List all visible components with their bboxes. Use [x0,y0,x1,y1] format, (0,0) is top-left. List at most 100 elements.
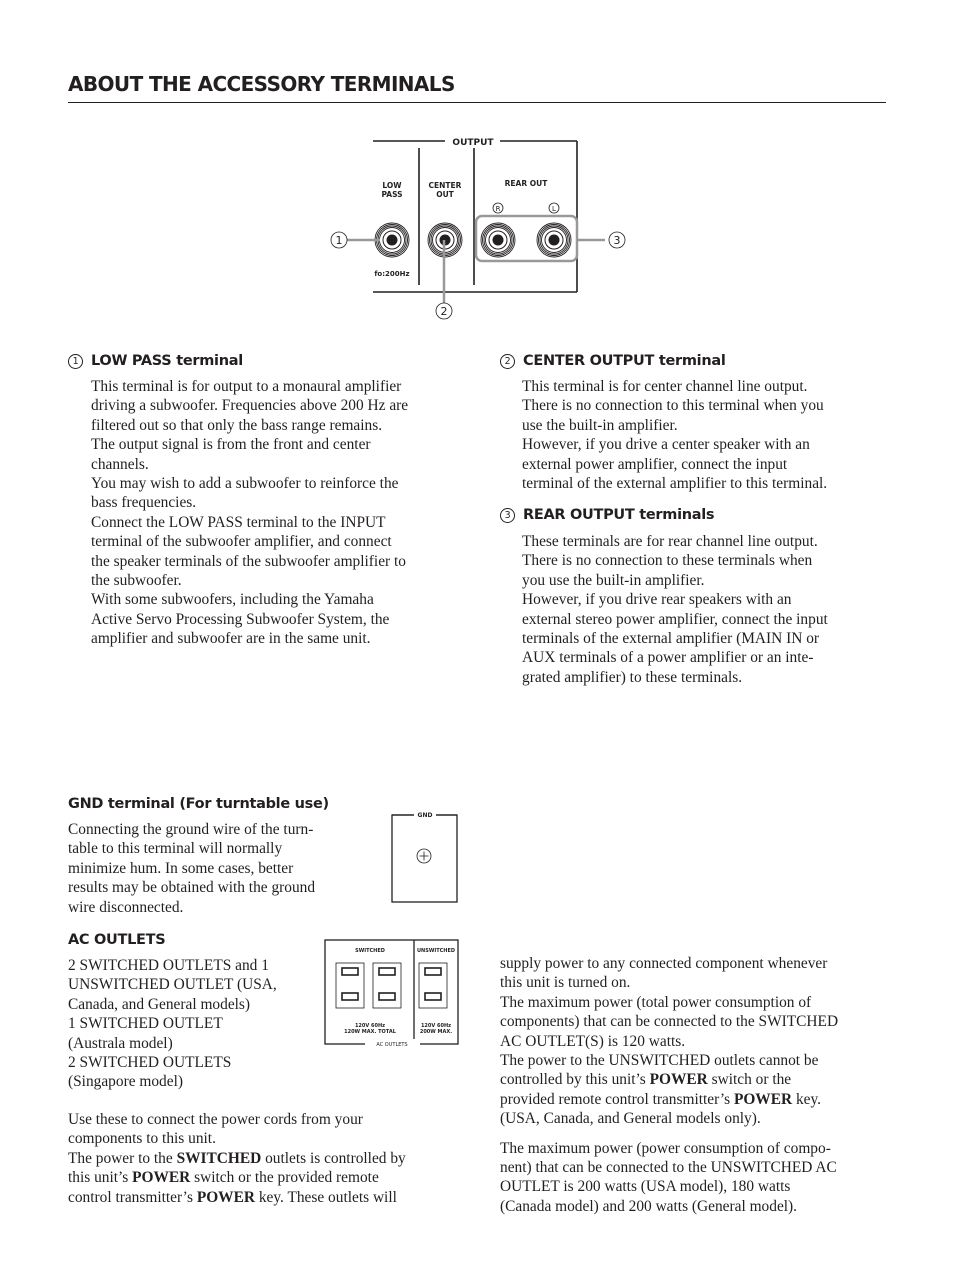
low-pass-label-1: LOW [382,181,402,190]
text-line: Active Servo Processing Subwoofer System… [91,610,390,628]
text-run: key. These outlets will [254,1188,397,1206]
rear-output-heading: 3 REAR OUTPUT terminals [500,507,715,523]
text-line: nent) that can be connected to the UNSWI… [500,1159,837,1177]
section-number-badge: 2 [500,354,515,369]
text-line: The output signal is from the front and … [91,436,371,454]
text-line: With some subwoofers, including the Yama… [91,591,374,609]
text-run-bold: POWER [733,1090,793,1108]
text-line: 1 SWITCHED OUTLET [68,1015,223,1033]
output-terminals-diagram: OUTPUT LOW PASS CENTER OUT REAR OUT R L … [320,130,640,330]
text-run: this unit’s [68,1169,133,1187]
center-output-heading-text: CENTER OUTPUT terminal [523,353,726,369]
outlet-slot [424,967,442,976]
text-run-bold: POWER [132,1169,191,1187]
output-label: OUTPUT [452,138,494,148]
text-line: components) that can be connected to the… [500,1013,839,1031]
outlet-slot [378,967,396,976]
section-number-badge: 1 [68,354,83,369]
text-run: key. [792,1090,822,1108]
center-output-description: This terminal is for center channel line… [522,377,892,493]
center-label-2: OUT [436,190,454,199]
low-pass-heading: 1 LOW PASS terminal [68,353,243,369]
text-line: this unit’s POWER switch or the provided… [68,1168,468,1187]
jack-hole [492,234,504,246]
center-output-heading: 2 CENTER OUTPUT terminal [500,353,726,369]
low-pass-label-2: PASS [381,190,402,199]
text-line: terminal of the external amplifier to th… [522,475,828,493]
text-line: The power to the SWITCHED outlets is con… [68,1149,468,1168]
text-line: controlled by this unit’s POWER switch o… [500,1070,900,1089]
text-line: However, if you drive a center speaker w… [522,436,810,454]
outlet-slot [424,992,442,1001]
text-line: Use these to connect the power cords fro… [68,1111,363,1128]
text-line: you use the built-in amplifier. [522,571,705,589]
text-line: There is no connection to this terminal … [522,397,824,415]
text-line: This terminal is for output to a monaura… [91,378,402,395]
text-run: switch or the [707,1071,792,1089]
text-run: provided remote control transmitter’s [500,1090,734,1108]
text-line: wire disconnected. [68,898,184,916]
text-line: AC OUTLET(S) is 120 watts. [500,1032,686,1050]
text-line: (Australa model) [68,1034,173,1052]
text-line: There is no connection to these terminal… [522,552,813,570]
text-line: minimize hum. In some cases, better [68,859,294,877]
text-line: control transmitter’s POWER key. These o… [68,1188,468,1207]
text-line: However, if you drive rear speakers with… [522,591,792,609]
left-marker-label: L [552,205,556,213]
section-number-badge: 3 [500,508,515,523]
text-line: terminals of the external amplifier (MAI… [522,630,820,648]
ac-outlets-models: 2 SWITCHED OUTLETS and 1 UNSWITCHED OUTLE… [68,956,318,1092]
title-divider [68,102,886,103]
text-run: outlets is controlled by [261,1149,406,1167]
gnd-terminal-panel: GND [385,805,465,910]
text-line: terminal of the subwoofer amplifier, and… [91,533,392,551]
text-line: 2 SWITCHED OUTLETS and 1 [68,957,269,974]
center-label-1: CENTER [429,181,462,190]
low-pass-jack [374,222,410,258]
jack-hole [548,234,560,246]
text-line: UNSWITCHED OUTLET (USA, [68,976,277,994]
jack-hole [386,234,398,246]
text-line: use the built-in amplifier. [522,416,678,434]
text-line: Canada, and General models) [68,995,251,1013]
gnd-description: Connecting the ground wire of the turn-t… [68,820,368,917]
switched-outlet-1 [335,962,365,1009]
callout-1-number: 1 [336,234,343,247]
text-line: (Singapore model) [68,1073,183,1091]
page-title: ABOUT THE ACCESSORY TERMINALS [68,72,455,96]
ac-outlets-heading: AC OUTLETS [68,932,166,948]
text-run-bold: SWITCHED [176,1149,262,1167]
text-run-bold: POWER [196,1188,255,1206]
text-run: The power to the [68,1149,177,1167]
text-line: The power to the UNSWITCHED outlets cann… [500,1052,819,1070]
outlet-slot [378,992,396,1001]
text-line: channels. [91,455,149,473]
text-line: 2 SWITCHED OUTLETS [68,1054,232,1072]
text-line: AUX terminals of a power amplifier or an… [522,649,814,667]
ac-usage-description: Use these to connect the power cords fro… [68,1110,468,1207]
text-run: control transmitter’s [68,1188,197,1206]
text-line: This terminal is for center channel line… [522,378,808,395]
switched-label: SWITCHED [355,948,385,954]
text-line: The maximum power (total power consumpti… [500,993,812,1011]
callout-2-number: 2 [441,305,448,318]
text-line: OUTLET is 200 watts (USA model), 180 wat… [500,1178,791,1196]
text-line: filtered out so that only the bass range… [91,416,383,434]
unswitched-rating-2: 200W MAX. [420,1029,452,1035]
text-line: table to this terminal will normally [68,840,283,858]
text-line: provided remote control transmitter’s PO… [500,1090,900,1109]
rear-output-heading-text: REAR OUTPUT terminals [523,507,715,523]
switched-rating-2: 120W MAX. TOTAL [344,1029,397,1035]
callout-3-number: 3 [614,234,621,247]
text-line: supply power to any connected component … [500,955,828,972]
text-line: These terminals are for rear channel lin… [522,533,818,550]
text-run: switch or the provided remote [190,1169,379,1187]
ac-outlets-panel-label: AC OUTLETS [376,1042,407,1048]
rear-right-jack [480,222,516,258]
text-line: the speaker terminals of the subwoofer a… [91,552,406,570]
low-pass-heading-text: LOW PASS terminal [91,353,243,369]
ac-outlets-panel: SWITCHED UNSWITCHED 120V 60Hz 120W MAX. … [320,935,465,1050]
text-line: results may be obtained with the ground [68,879,316,897]
gnd-panel-label: GND [418,812,433,819]
rear-left-jack [536,222,572,258]
